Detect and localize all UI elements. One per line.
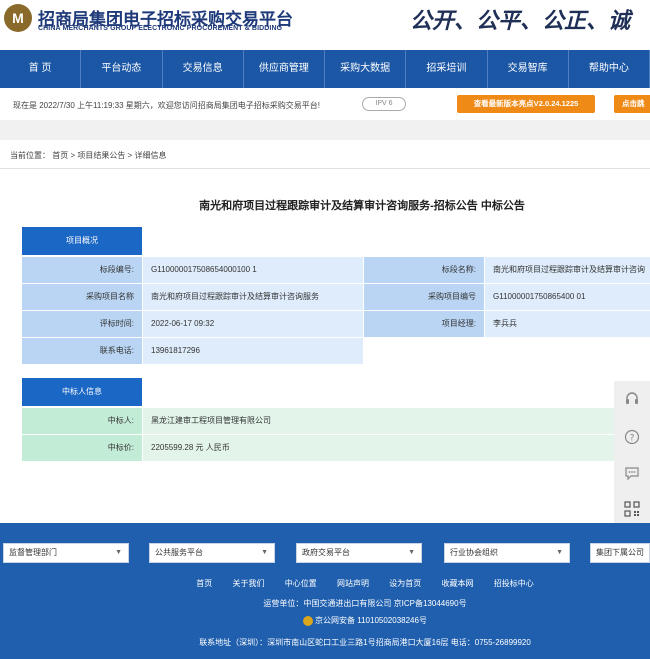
- value-eval-time: 2022-06-17 09:32: [143, 311, 363, 337]
- label-project-manager: 项目经理:: [364, 311, 484, 337]
- section-divider: [0, 120, 650, 140]
- footer-link-statement[interactable]: 网站声明: [337, 579, 369, 588]
- click-button[interactable]: 点击跳: [614, 95, 650, 113]
- select-label: 集团下属公司: [596, 548, 644, 557]
- label-project-code: 采购项目编号: [364, 284, 484, 310]
- footer-link-about[interactable]: 关于我们: [233, 579, 265, 588]
- footer-link-home[interactable]: 首页: [196, 579, 212, 588]
- select-label: 公共服务平台: [155, 548, 203, 557]
- nav-item-home[interactable]: 首 页: [0, 50, 82, 88]
- select-label: 监督管理部门: [9, 548, 57, 557]
- nav-item-think-tank[interactable]: 交易智库: [488, 50, 569, 88]
- chevron-down-icon: ▼: [261, 549, 268, 556]
- footer-link-location[interactable]: 中心位置: [285, 579, 317, 588]
- nav-item-big-data[interactable]: 采购大数据: [325, 50, 407, 88]
- footer-police: 京公网安备 11010502038246号: [0, 615, 650, 626]
- help-icon[interactable]: ?: [622, 427, 642, 447]
- new-version-button[interactable]: 查看最新版本亮点V2.0.24.1225: [457, 95, 595, 113]
- value-project-code: G11000001750865400 01: [485, 284, 650, 310]
- select-industry-assoc[interactable]: 行业协会组织 ▼: [444, 543, 570, 563]
- floating-sidebar: ?: [614, 381, 650, 527]
- nav-item-training[interactable]: 招采培训: [406, 50, 488, 88]
- chevron-down-icon: ▼: [556, 549, 563, 556]
- footer-operator: 运营单位：中国交通进出口有限公司 京ICP备13044690号: [263, 599, 467, 608]
- slogan: 公开、公平、公正、诚: [410, 8, 631, 34]
- page-title: 南光和府项目过程跟踪审计及结算审计咨询服务-招标公告 中标公告: [199, 200, 525, 212]
- tab-project-overview[interactable]: 项目概况: [22, 227, 142, 255]
- value-project-name: 南光和府项目过程跟踪审计及结算审计咨询服务: [143, 284, 363, 310]
- label-winner: 中标人:: [22, 408, 142, 434]
- qrcode-icon[interactable]: [622, 499, 642, 519]
- label-eval-time: 评标时间:: [22, 311, 142, 337]
- welcome-text: 现在是 2022/7/30 上午11:19:33 星期六，欢迎您访问招商局集团电…: [13, 101, 321, 110]
- logo-subtitle: CHINA MERCHANTS GROUP ELECTRONIC PROCURE…: [38, 25, 283, 32]
- label-project-name: 采购项目名称: [22, 284, 142, 310]
- breadcrumb: 当前位置： 首页 > 项目结果公告 > 详细信息: [10, 151, 167, 160]
- value-project-manager: 李兵兵: [485, 311, 650, 337]
- select-supervision-dept[interactable]: 监督管理部门 ▼: [3, 543, 129, 563]
- chat-icon[interactable]: [622, 463, 642, 483]
- footer-address: 联系地址（深圳）：深圳市南山区蛇口工业三路1号招商局港口大厦16层 电话：075…: [199, 638, 531, 647]
- chevron-down-icon: ▼: [408, 549, 415, 556]
- footer-link-favorite[interactable]: 收藏本网: [441, 579, 473, 588]
- value-contact-phone: 13961817296: [143, 338, 363, 364]
- footer-links: 首页 关于我们 中心位置 网站声明 设为首页 收藏本网 招投标中心: [0, 578, 650, 589]
- ipv6-badge: IPV 6: [362, 97, 406, 111]
- logo-icon[interactable]: M: [4, 4, 32, 32]
- label-bid-price: 中标价:: [22, 435, 142, 461]
- footer-link-set-home[interactable]: 设为首页: [389, 579, 421, 588]
- select-label: 行业协会组织: [450, 548, 498, 557]
- footer-police-text[interactable]: 京公网安备 11010502038246号: [315, 616, 427, 625]
- nav-item-supplier[interactable]: 供应商管理: [244, 50, 325, 88]
- nav-item-help[interactable]: 帮助中心: [569, 50, 650, 88]
- chevron-down-icon: ▼: [115, 549, 122, 556]
- select-group-companies[interactable]: 集团下属公司: [590, 543, 650, 563]
- divider: [0, 168, 650, 169]
- label-section-code: 标段编号:: [22, 257, 142, 283]
- select-label: 政府交易平台: [302, 548, 350, 557]
- police-badge-icon: [303, 615, 314, 626]
- value-bid-price: 2205599.28 元 人民币: [143, 435, 614, 461]
- svg-text:?: ?: [630, 434, 635, 444]
- nav-item-trade-info[interactable]: 交易信息: [163, 50, 244, 88]
- select-public-service[interactable]: 公共服务平台 ▼: [149, 543, 275, 563]
- site-header: M 招商局集团电子招标采购交易平台 CHINA MERCHANTS GROUP …: [0, 0, 650, 50]
- value-section-code: G110000017508654000100 1: [143, 257, 363, 283]
- value-winner: 黑龙江建审工程项目管理有限公司: [143, 408, 614, 434]
- main-nav: 首 页 平台动态 交易信息 供应商管理 采购大数据 招采培训 交易智库 帮助中心: [0, 50, 650, 88]
- nav-item-platform-news[interactable]: 平台动态: [81, 50, 163, 88]
- value-section-name: 南光和府项目过程跟踪审计及结算审计咨询: [485, 257, 650, 283]
- select-gov-platform[interactable]: 政府交易平台 ▼: [296, 543, 422, 563]
- footer-link-bid-center[interactable]: 招投标中心: [494, 579, 534, 588]
- tab-winner-info[interactable]: 中标人信息: [22, 378, 142, 406]
- label-section-name: 标段名称:: [364, 257, 484, 283]
- headset-icon[interactable]: [622, 389, 642, 409]
- label-contact-phone: 联系电话:: [22, 338, 142, 364]
